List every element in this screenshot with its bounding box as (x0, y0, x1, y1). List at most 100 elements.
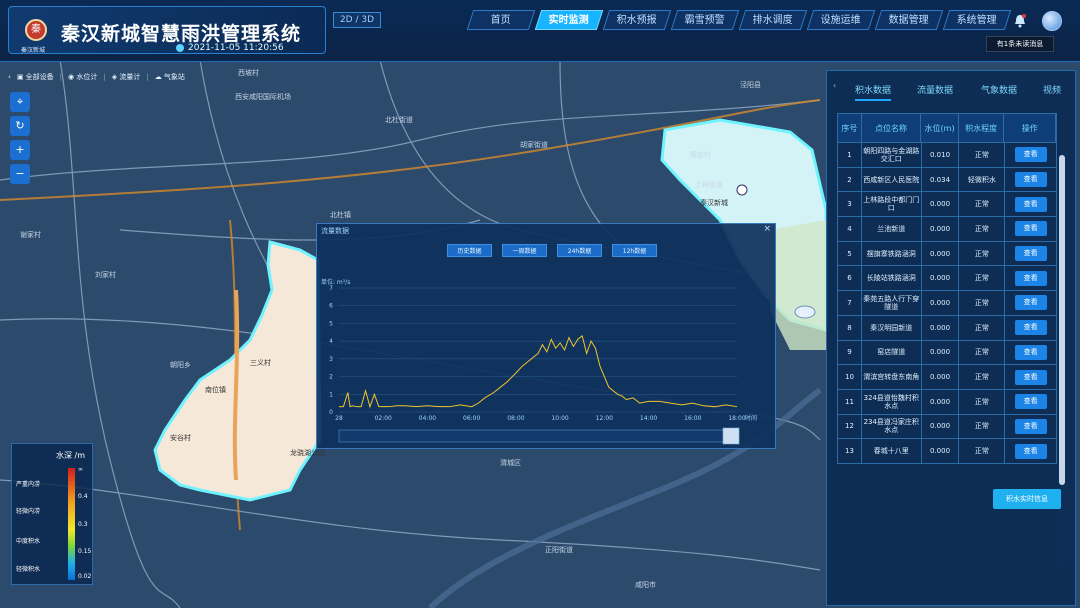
zoom-in-icon[interactable]: + (10, 140, 30, 160)
legend-title: 水深 /m (56, 451, 86, 460)
zoom-out-icon[interactable]: − (10, 164, 30, 184)
nav-tab-forecast[interactable]: 积水预报 (602, 10, 672, 30)
nav-tab-home[interactable]: 首页 (466, 10, 536, 30)
layer-all-devices[interactable]: ▣ 全部设备 (17, 72, 54, 82)
legend-label: 轻微内涝 (16, 508, 41, 515)
x-tick-label: 16:00 (684, 415, 701, 422)
y-tick-label: 5 (329, 320, 333, 327)
row-number: 6 (838, 266, 862, 291)
refresh-icon[interactable]: ↻ (10, 116, 30, 136)
view-button[interactable]: 查看 (1014, 172, 1047, 188)
tab-flow[interactable]: 流量数据 (917, 83, 953, 96)
separator: | (59, 73, 63, 81)
map-label: 泾阳县 (740, 81, 761, 89)
clock-icon (176, 43, 184, 52)
row-number: 13 (838, 439, 862, 463)
row-number: 12 (838, 414, 862, 439)
y-tick-label: 4 (329, 338, 333, 345)
nav-tab-system[interactable]: 系统管理 (942, 10, 1012, 30)
table-row: 1 朝阳四路与金湖路交汇口 0.010 正常 查看 (837, 143, 1057, 168)
table-body: 1 朝阳四路与金湖路交汇口 0.010 正常 查看 2 西咸新区人民医院 0.034 轻微积水查… (837, 143, 1057, 464)
x-tick-label: 14:00 (640, 415, 657, 422)
tab-weather[interactable]: 气象数据 (981, 83, 1017, 96)
x-tick-label: 02:00 (375, 415, 392, 422)
tab-waterlog[interactable]: 积水数据 (855, 83, 892, 101)
user-avatar[interactable] (1042, 11, 1062, 31)
operation-cell: 查看 (1005, 291, 1057, 315)
column-header: 序号 (838, 114, 862, 142)
nav-label: 积水预报 (616, 15, 657, 26)
status-text: 正常 (959, 143, 1006, 167)
view-button[interactable]: 查看 (1014, 147, 1047, 163)
layer-weather-station[interactable]: ☁ 气象站 (155, 72, 185, 82)
row-number: 7 (838, 291, 862, 315)
column-header: 水位(m) (921, 114, 959, 142)
status-text: 正常 (959, 315, 1006, 340)
operation-cell: 查看 (1005, 266, 1057, 291)
row-number: 1 (838, 143, 862, 167)
view-button[interactable]: 查看 (1014, 196, 1047, 212)
y-tick-label: 3 (329, 356, 333, 363)
view-button[interactable]: 查看 (1014, 246, 1047, 262)
realtime-info-button[interactable]: 积水实时信息 (993, 489, 1061, 509)
app-title: 秦汉新城智慧雨洪管理系统 (61, 23, 302, 45)
layer-filter-bar: ‹ ▣ 全部设备 | ◉ 水位计 | ◈ 流量计 | ☁ 气象站 (8, 70, 185, 84)
table-row: 9 窑店隧道 0.000 正常 查看 (837, 340, 1057, 366)
layer-water-gauge[interactable]: ◉ 水位计 (68, 72, 97, 82)
legend-label: 严重内涝 (16, 481, 41, 488)
y-tick-label: 6 (329, 303, 333, 310)
operation-cell: 查看 (1005, 217, 1057, 241)
view-button[interactable]: 查看 (1014, 270, 1047, 286)
layer-flow-meter[interactable]: ◈ 流量计 (112, 72, 141, 82)
flow-series-line (339, 334, 738, 409)
chevron-left-icon[interactable]: ‹ (833, 81, 836, 90)
legend-color-bar (68, 468, 75, 580)
bell-icon[interactable] (1014, 14, 1026, 28)
point-name: 西咸新区人民医院 (862, 167, 922, 192)
map-label: 朝阳乡 (170, 361, 191, 369)
x-tick-label: 08:00 (507, 415, 524, 422)
nav-tab-maintenance[interactable]: 设施运维 (806, 10, 876, 30)
view-button[interactable]: 查看 (1014, 295, 1047, 311)
operation-cell: 查看 (1005, 143, 1057, 167)
scrollbar-thumb[interactable] (1059, 155, 1065, 485)
view-button[interactable]: 查看 (1014, 394, 1047, 410)
operation-cell: 查看 (1005, 414, 1057, 439)
table-row: 12 234县道冯家庄积水点 0.000 正常 查看 (837, 414, 1057, 440)
legend-value: 0.3 (78, 521, 88, 528)
status-text: 正常 (959, 217, 1006, 241)
x-tick-label: 04:00 (419, 415, 436, 422)
view-button[interactable]: 查看 (1014, 221, 1047, 237)
row-number: 10 (838, 365, 862, 389)
map-label: 窑店村 (690, 151, 711, 159)
x-tick-label: 18:00 (728, 415, 745, 422)
y-tick-label: 1 (329, 391, 333, 398)
water-level: 0.010 (922, 143, 960, 167)
view-2d3d-toggle[interactable]: 2D / 3D (333, 12, 381, 28)
table-header: 序号 点位名称 水位(m) 积水程度 操作 (837, 113, 1057, 143)
operation-cell: 查看 (1005, 365, 1057, 389)
nav-tab-realtime[interactable]: 实时监测 (534, 10, 604, 30)
view-button[interactable]: 查看 (1014, 344, 1047, 360)
x-tick-label: 28 (335, 415, 343, 422)
column-header: 操作 (1004, 114, 1056, 142)
row-number: 5 (838, 241, 862, 266)
view-button[interactable]: 查看 (1014, 369, 1047, 385)
table-row: 11 324县道怡魏村积水点 0.000 正常 查看 (837, 389, 1057, 415)
view-button[interactable]: 查看 (1014, 418, 1047, 434)
locate-icon[interactable]: ⌖ (10, 92, 30, 112)
separator: | (103, 73, 106, 81)
row-number: 11 (838, 389, 862, 414)
view-button[interactable]: 查看 (1014, 320, 1047, 336)
nav-tab-data[interactable]: 数据管理 (874, 10, 944, 30)
operation-cell: 查看 (1005, 192, 1057, 217)
view-button[interactable]: 查看 (1014, 443, 1047, 459)
map-label: 北杜街道 (385, 116, 413, 124)
tab-video[interactable]: 视频 (1043, 83, 1061, 96)
nav-tab-dispatch[interactable]: 排水调度 (738, 10, 808, 30)
nav-tab-warning[interactable]: 霸雪预警 (670, 10, 740, 30)
water-level: 0.000 (922, 389, 960, 414)
collapse-arrow-icon[interactable]: ‹ (8, 73, 11, 81)
column-header: 积水程度 (959, 114, 1005, 142)
operation-cell: 查看 (1005, 241, 1057, 266)
